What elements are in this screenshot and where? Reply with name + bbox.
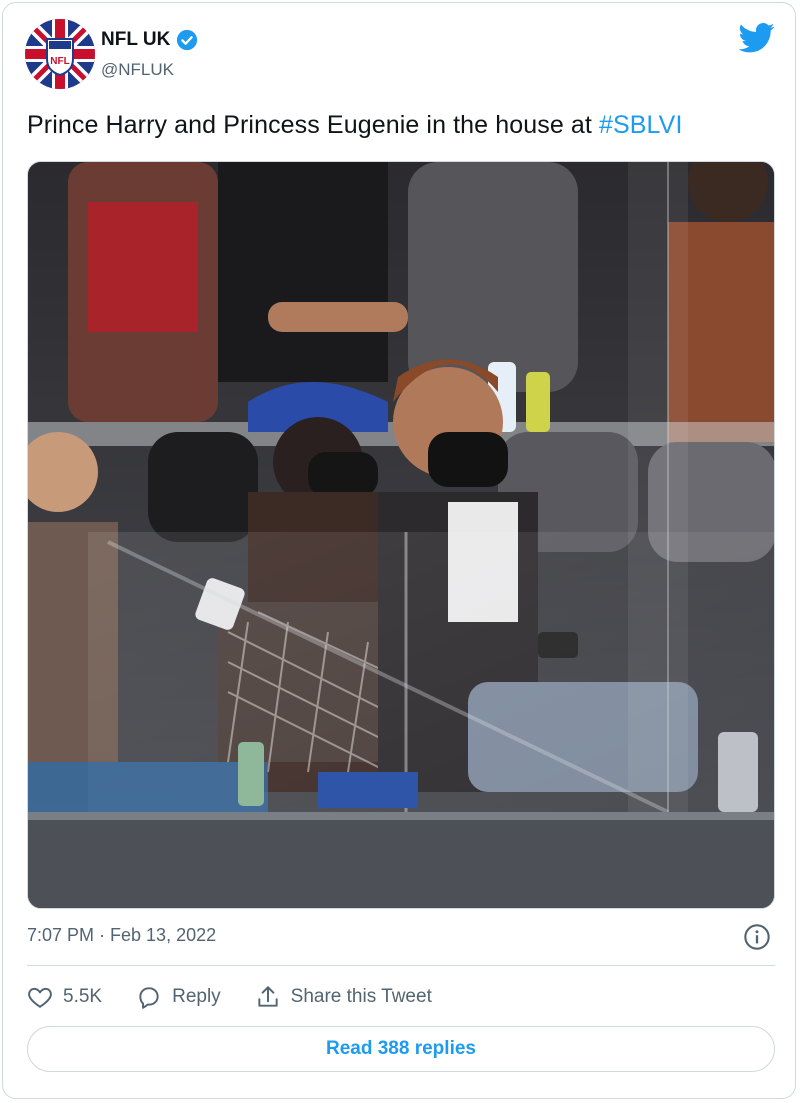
stadium-box-photo	[28, 162, 774, 908]
verified-badge-icon	[177, 29, 198, 51]
info-icon[interactable]	[743, 923, 771, 951]
like-count: 5.5K	[63, 986, 103, 1007]
tweet-timestamp[interactable]: 7:07 PM · Feb 13, 2022	[27, 925, 216, 946]
author-name-row: NFL UK	[101, 29, 198, 51]
union-jack-logo: NFL	[25, 19, 95, 89]
avatar[interactable]: NFL	[25, 19, 95, 89]
share-icon	[258, 986, 278, 1007]
tweet-photo[interactable]	[27, 161, 775, 909]
share-label: Share this Tweet	[290, 986, 432, 1007]
hashtag-link[interactable]: #SBLVI	[599, 111, 683, 139]
share-button[interactable]: Share this Tweet	[255, 984, 432, 1010]
tweet-card: NFL NFL UK @NFLUK Prince Harry and Princ…	[2, 2, 796, 1099]
reply-bubble-icon	[139, 987, 159, 1009]
reply-button[interactable]: Reply	[136, 984, 221, 1010]
divider	[27, 965, 775, 966]
heart-icon	[28, 987, 52, 1008]
tweet-actions: 5.5K Reply Share this Tweet	[27, 981, 466, 1013]
twitter-bird-icon[interactable]	[739, 23, 775, 53]
author-name[interactable]: NFL UK	[101, 29, 170, 51]
author-handle[interactable]: @NFLUK	[101, 60, 174, 80]
tweet-text-body: Prince Harry and Princess Eugenie in the…	[27, 111, 599, 139]
avatar-logo-text: NFL	[50, 56, 69, 67]
read-replies-label: Read 388 replies	[326, 1038, 476, 1059]
like-button[interactable]: 5.5K	[27, 984, 102, 1010]
read-replies-button[interactable]: Read 388 replies	[27, 1026, 775, 1072]
tweet-text: Prince Harry and Princess Eugenie in the…	[27, 111, 683, 140]
reply-label: Reply	[172, 986, 221, 1007]
